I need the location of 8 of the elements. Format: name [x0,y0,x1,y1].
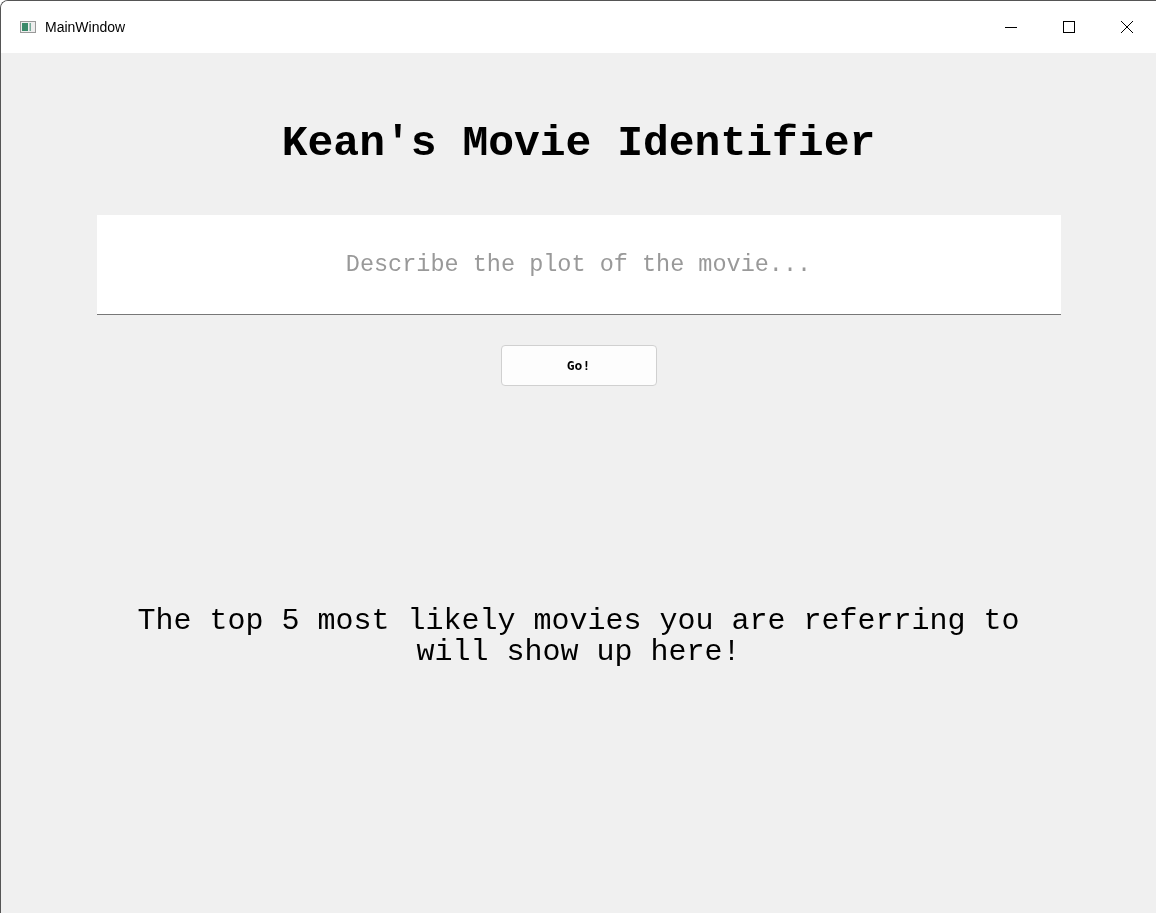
close-icon[interactable] [1120,20,1134,34]
app-icon [20,21,36,33]
app-heading: Kean's Movie Identifier [281,119,876,169]
results-message: The top 5 most likely movies you are referring to will show up here! [136,606,1021,668]
maximize-icon[interactable] [1062,20,1076,34]
plot-input-field[interactable]: Describe the plot of the movie... [96,215,1061,315]
go-button[interactable]: Go! [500,345,657,386]
window-title: MainWindow [45,19,126,35]
